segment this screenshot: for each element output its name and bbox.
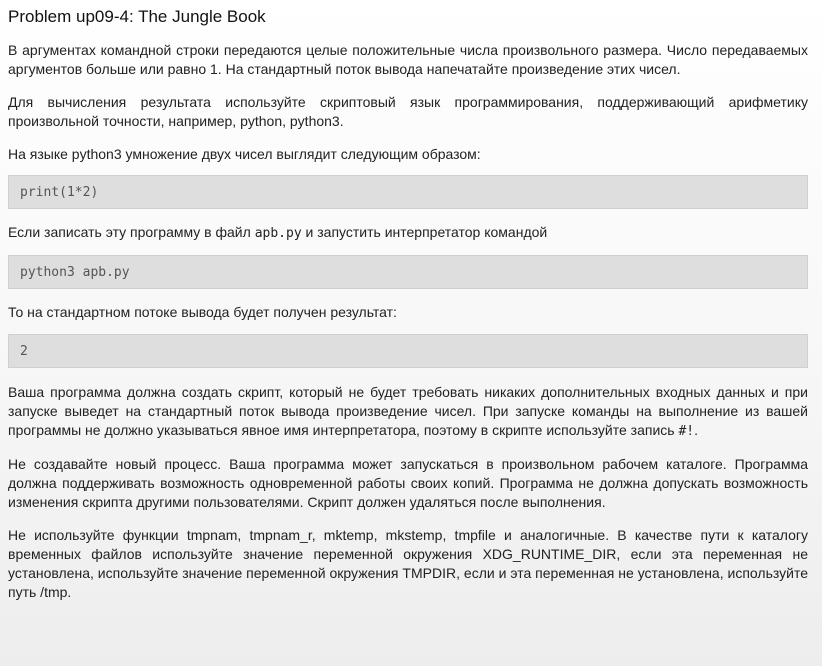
inline-code-shebang: #! xyxy=(678,424,695,439)
paragraph-file-run: Если записать эту программу в файл apb.p… xyxy=(8,223,808,243)
paragraph-language: Для вычисления результата используйте ск… xyxy=(8,94,808,129)
paragraph-script-requirements: Ваша программа должна создать скрипт, ко… xyxy=(8,383,808,441)
paragraph-temp-files: Не используйте функции tmpnam, tmpnam_r,… xyxy=(8,527,808,600)
paragraph-file-run-text-end: и запустить интерпретатор командой xyxy=(301,224,548,240)
paragraph-file-run-text: Если записать эту программу в файл xyxy=(8,224,255,240)
paragraph-process-requirements: Не создавайте новый процесс. Ваша програ… xyxy=(8,456,808,510)
inline-code-filename: apb.py xyxy=(254,226,302,241)
paragraph-result-intro: То на стандартном потоке вывода будет по… xyxy=(8,304,397,320)
code-block-program: print(1*2) xyxy=(8,175,808,209)
code-block-output: 2 xyxy=(8,334,808,368)
paragraph-task: В аргументах командной строки передаются… xyxy=(8,42,808,77)
problem-statement: Problem up09-4: The Jungle Book В аргуме… xyxy=(8,6,808,602)
page-title: Problem up09-4: The Jungle Book xyxy=(8,7,266,26)
paragraph-script-text-end: . xyxy=(694,422,699,438)
paragraph-example-intro: На языке python3 умножение двух чисел вы… xyxy=(8,146,481,162)
code-block-command: python3 apb.py xyxy=(8,255,808,289)
